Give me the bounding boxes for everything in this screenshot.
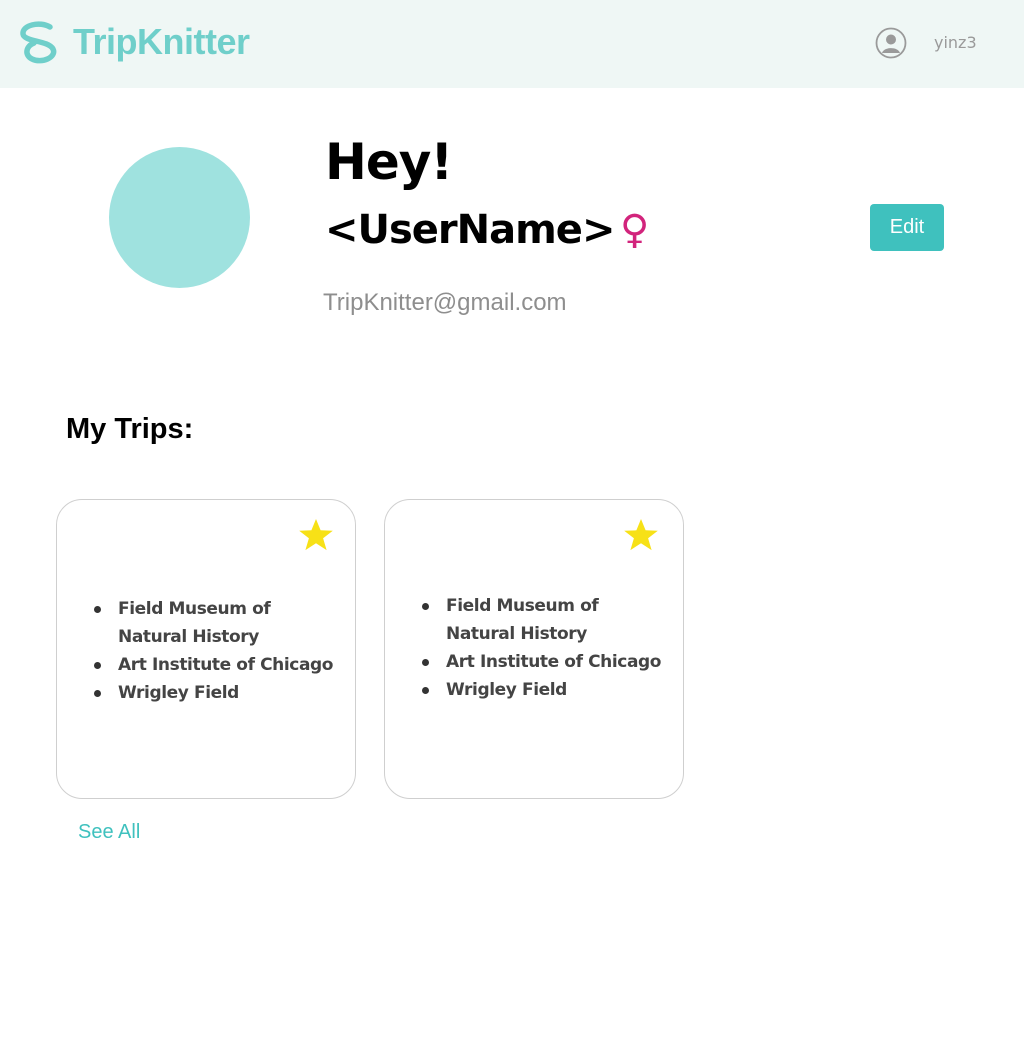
list-item: Wrigley Field: [94, 679, 343, 707]
list-item: Wrigley Field: [422, 676, 671, 704]
trip-places-list: Field Museum of Natural History Art Inst…: [422, 592, 671, 704]
star-icon[interactable]: [298, 518, 334, 552]
avatar: [109, 147, 250, 288]
edit-profile-button[interactable]: Edit: [870, 204, 944, 251]
female-gender-icon: ♀: [620, 207, 650, 253]
list-item: Field Museum of Natural History: [94, 595, 343, 651]
top-bar: TripKnitter yinz3: [0, 0, 1024, 88]
trip-card[interactable]: Field Museum of Natural History Art Inst…: [384, 499, 684, 799]
profile-email: TripKnitter@gmail.com: [323, 289, 567, 316]
trip-places-list: Field Museum of Natural History Art Inst…: [94, 595, 343, 707]
star-icon[interactable]: [623, 518, 659, 552]
username-label[interactable]: yinz3: [934, 33, 977, 53]
list-item: Art Institute of Chicago: [422, 648, 671, 676]
list-item: Art Institute of Chicago: [94, 651, 343, 679]
knot-logo-icon[interactable]: [14, 20, 60, 64]
see-all-link[interactable]: See All: [78, 820, 140, 844]
list-item: Field Museum of Natural History: [422, 592, 671, 648]
trip-card[interactable]: Field Museum of Natural History Art Inst…: [56, 499, 356, 799]
greeting-heading: Hey!: [325, 133, 453, 191]
brand-name[interactable]: TripKnitter: [73, 20, 250, 64]
user-circle-icon[interactable]: [875, 27, 907, 59]
profile-username: <UserName>: [325, 207, 615, 253]
my-trips-heading: My Trips:: [66, 413, 194, 445]
